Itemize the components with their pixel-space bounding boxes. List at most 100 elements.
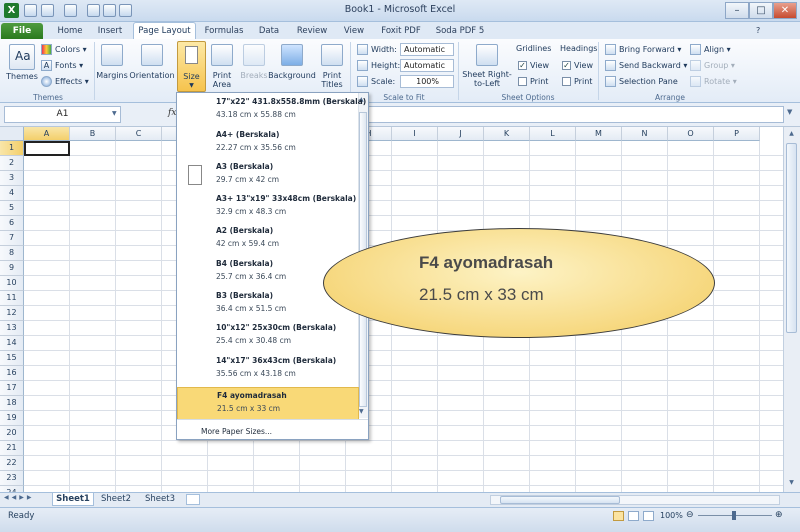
row-header[interactable]: 5	[0, 201, 24, 216]
tab-view[interactable]: View	[338, 23, 370, 39]
minimize-button[interactable]: –	[725, 2, 749, 19]
paper-size-item[interactable]: 14"x17" 36x43cm (Berskala) 35.56 cm x 43.…	[177, 353, 359, 386]
row-header[interactable]: 19	[0, 411, 24, 426]
tab-foxit-pdf[interactable]: Foxit PDF	[376, 23, 426, 39]
scroll-up-icon[interactable]: ▲	[786, 130, 797, 140]
tab-page-layout[interactable]: Page Layout	[133, 22, 196, 40]
paper-size-item[interactable]: A2 (Berskala) 42 cm x 59.4 cm	[177, 223, 359, 256]
row-header[interactable]: 3	[0, 171, 24, 186]
headings-view-checkbox[interactable]: ✓	[562, 61, 571, 70]
fonts-button[interactable]: Fonts ▾	[55, 61, 83, 70]
row-header[interactable]: 9	[0, 261, 24, 276]
scale-spinner[interactable]: 100%	[400, 75, 454, 88]
zoom-in-icon[interactable]: ⊕	[775, 510, 783, 520]
column-header[interactable]: K	[484, 127, 530, 141]
row-header[interactable]: 8	[0, 246, 24, 261]
row-header[interactable]: 1	[0, 141, 24, 156]
zoom-out-icon[interactable]: ⊖	[686, 510, 694, 520]
headings-print-checkbox[interactable]	[562, 77, 571, 86]
paper-size-item[interactable]: 17"x22" 431.8x558.8mm (Berskala) 43.18 cm…	[177, 94, 366, 127]
namebox-chevron-icon[interactable]: ▼	[112, 110, 117, 117]
row-header[interactable]: 4	[0, 186, 24, 201]
column-header[interactable]: P	[714, 127, 760, 141]
sheet-tab-2[interactable]: Sheet2	[96, 493, 136, 506]
paper-size-item[interactable]: A4+ (Berskala) 22.27 cm x 35.56 cm	[177, 127, 359, 160]
sheet-nav-icon[interactable]: ◀◀▶▶	[4, 494, 34, 501]
page-break-view-icon[interactable]	[643, 511, 654, 521]
sheet-tab-3[interactable]: Sheet3	[140, 493, 180, 506]
tab-insert[interactable]: Insert	[92, 23, 128, 39]
row-header[interactable]: 13	[0, 321, 24, 336]
row-header[interactable]: 23	[0, 471, 24, 486]
select-all-corner[interactable]	[0, 127, 24, 141]
bring-forward-button[interactable]: Bring Forward ▾	[619, 45, 681, 54]
vertical-scroll-thumb[interactable]	[786, 143, 797, 333]
row-header[interactable]: 21	[0, 441, 24, 456]
background-button[interactable]: Background	[266, 71, 318, 80]
row-header[interactable]: 16	[0, 366, 24, 381]
active-cell[interactable]	[24, 141, 70, 156]
tab-data[interactable]: Data	[252, 23, 286, 39]
group-button[interactable]: Group ▾	[704, 61, 735, 70]
tab-formulas[interactable]: Formulas	[202, 23, 246, 39]
rotate-button[interactable]: Rotate ▾	[704, 77, 737, 86]
sheet-rtl-button[interactable]: Sheet Right-to-Left	[460, 70, 514, 88]
column-header[interactable]: I	[392, 127, 438, 141]
column-header[interactable]: N	[622, 127, 668, 141]
column-header[interactable]: M	[576, 127, 622, 141]
paper-size-item[interactable]: 10"x12" 25x30cm (Berskala) 25.4 cm x 30.4…	[177, 320, 359, 353]
row-header[interactable]: 6	[0, 216, 24, 231]
row-header[interactable]: 11	[0, 291, 24, 306]
send-backward-button[interactable]: Send Backward ▾	[619, 61, 687, 70]
row-header[interactable]: 17	[0, 381, 24, 396]
paper-size-item[interactable]: A3 (Berskala) 29.7 cm x 42 cm	[177, 159, 359, 192]
tab-review[interactable]: Review	[292, 23, 332, 39]
height-select[interactable]: Automatic	[400, 59, 454, 72]
row-header[interactable]: 14	[0, 336, 24, 351]
gridlines-view-checkbox[interactable]: ✓	[518, 61, 527, 70]
tab-file[interactable]: File	[1, 23, 43, 39]
tab-soda-pdf[interactable]: Soda PDF 5	[432, 23, 488, 39]
row-header[interactable]: 18	[0, 396, 24, 411]
name-box[interactable]: A1	[4, 106, 121, 123]
normal-view-icon[interactable]	[613, 511, 624, 521]
align-button[interactable]: Align ▾	[704, 45, 731, 54]
column-header[interactable]: L	[530, 127, 576, 141]
scroll-down-icon[interactable]: ▼	[786, 479, 797, 489]
row-header[interactable]: 15	[0, 351, 24, 366]
row-header[interactable]: 7	[0, 231, 24, 246]
help-icon[interactable]: ?	[756, 26, 760, 35]
selection-pane-button[interactable]: Selection Pane	[619, 77, 678, 86]
zoom-level[interactable]: 100%	[660, 511, 683, 520]
size-button[interactable]: Size ▼	[177, 41, 206, 92]
paper-size-item[interactable]: F4 ayomadrasah 21.5 cm x 33 cm	[177, 387, 359, 420]
effects-button[interactable]: Effects ▾	[55, 77, 89, 86]
row-header[interactable]: 20	[0, 426, 24, 441]
horizontal-scroll-thumb[interactable]	[500, 496, 620, 504]
width-select[interactable]: Automatic	[400, 43, 454, 56]
themes-button[interactable]: Themes	[4, 72, 40, 81]
column-header[interactable]: A	[24, 127, 70, 141]
column-header[interactable]: B	[70, 127, 116, 141]
sheet-tab-1[interactable]: Sheet1	[52, 493, 94, 506]
dropdown-scroll-down-icon[interactable]: ▼	[359, 408, 364, 415]
margins-button[interactable]: Margins	[94, 71, 130, 80]
row-header[interactable]: 2	[0, 156, 24, 171]
insert-sheet-icon[interactable]	[186, 494, 200, 505]
close-button[interactable]: ✕	[773, 2, 797, 19]
print-area-button[interactable]: Print Area	[204, 71, 240, 89]
orientation-button[interactable]: Orientation	[128, 71, 176, 80]
print-titles-button[interactable]: Print Titles	[316, 71, 348, 89]
paper-size-item[interactable]: A3+ 13"x19" 33x48cm (Berskala) 32.9 cm x …	[177, 191, 359, 224]
expand-formula-icon[interactable]: ▼	[787, 108, 792, 116]
tab-home[interactable]: Home	[52, 23, 88, 39]
column-header[interactable]: C	[116, 127, 162, 141]
maximize-button[interactable]: □	[749, 2, 773, 19]
page-layout-view-icon[interactable]	[628, 511, 639, 521]
row-header[interactable]: 22	[0, 456, 24, 471]
more-paper-sizes-item[interactable]: More Paper Sizes...	[201, 427, 272, 436]
column-header[interactable]: J	[438, 127, 484, 141]
gridlines-print-checkbox[interactable]	[518, 77, 527, 86]
row-header[interactable]: 10	[0, 276, 24, 291]
column-header[interactable]: O	[668, 127, 714, 141]
